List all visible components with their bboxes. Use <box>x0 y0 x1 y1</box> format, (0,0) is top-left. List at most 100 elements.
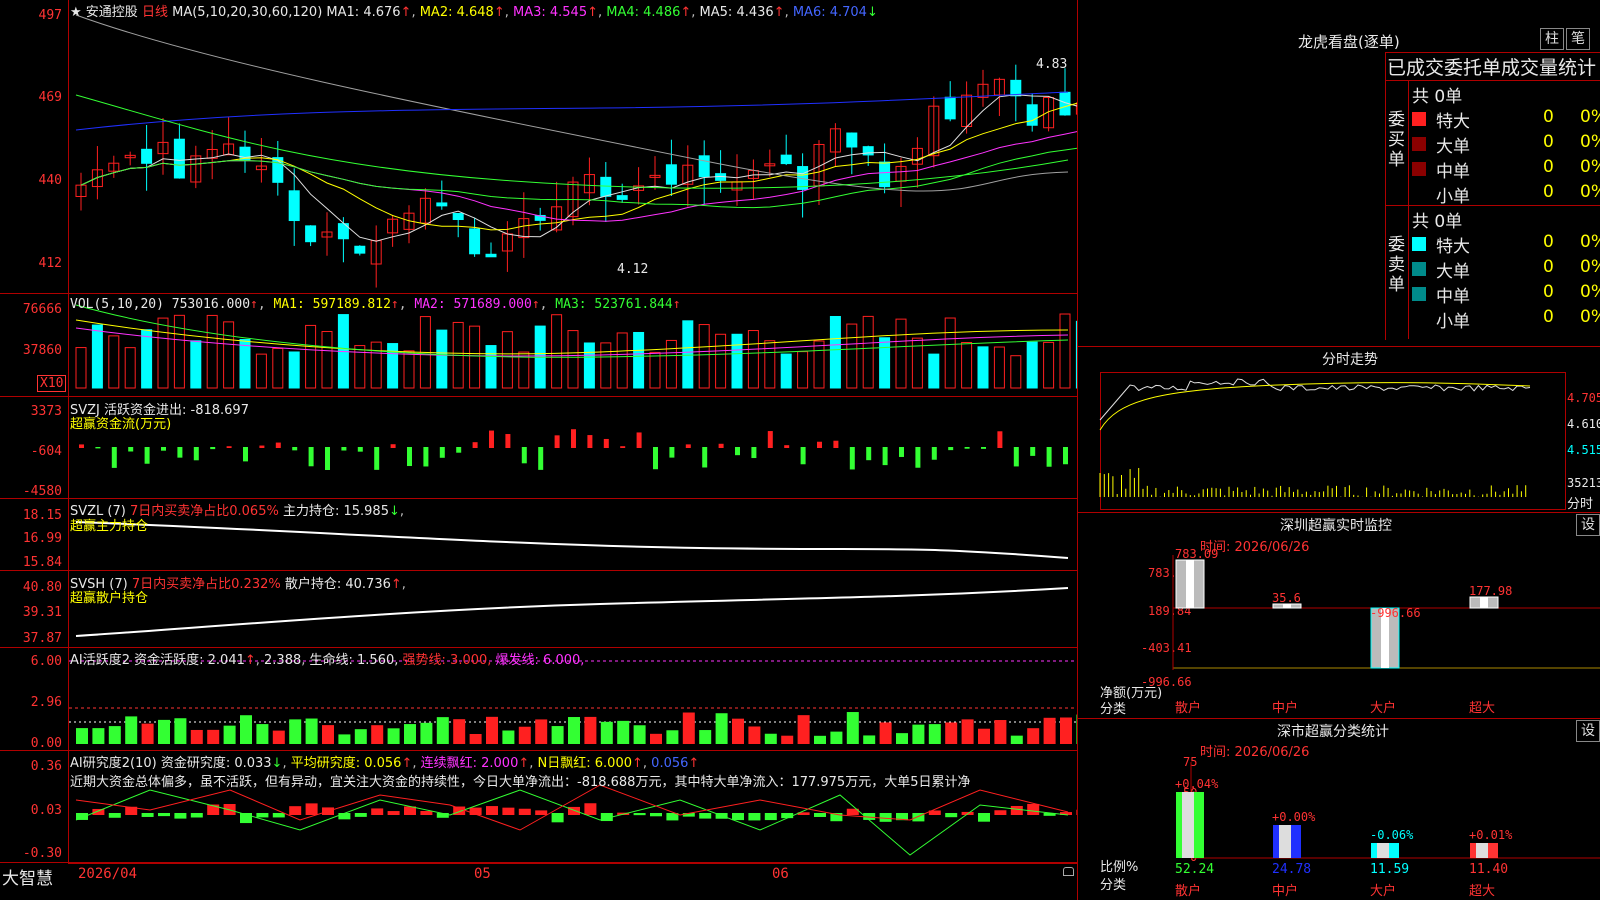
fund-flow-bar <box>767 431 773 448</box>
ai-activity-header: AI活跃度2 资金活跃度: 2.041↑, 2.388, 生命线: 1.560,… <box>70 653 585 668</box>
star-icon[interactable]: ★ <box>70 5 82 20</box>
fund-flow-bar <box>882 447 888 466</box>
fund-flow-bar <box>1030 447 1036 456</box>
candle-body <box>600 176 612 197</box>
fund-flow-bar <box>669 447 675 458</box>
candle-body <box>288 190 300 222</box>
price-high-mark: 4.83 <box>1036 57 1068 72</box>
vol-ma3-line <box>75 304 1069 358</box>
monitor-bar-value: -996.66 <box>1370 606 1421 620</box>
vol-axis-high: 76666 <box>22 302 62 317</box>
monitor-category: 大户 <box>1370 700 1396 716</box>
research-bar <box>289 806 302 815</box>
activity-bar <box>584 716 597 744</box>
activity-bar <box>814 735 826 744</box>
candle-body <box>305 225 317 243</box>
volume-bar <box>551 314 563 389</box>
date-axis-06: 06 <box>772 866 789 882</box>
fund-flow-bar <box>243 447 248 462</box>
fund-flow-bar <box>849 447 855 470</box>
research-bar <box>748 813 761 821</box>
volume-bar <box>731 333 743 389</box>
activity-bar <box>764 733 777 744</box>
fund-flow-bar <box>636 432 642 448</box>
volume-bar <box>190 340 202 389</box>
research-bar <box>568 806 580 815</box>
volume-bar <box>469 325 481 389</box>
fund-flow-bar <box>210 447 216 450</box>
ma3-value: MA3: 4.545 <box>512 5 588 20</box>
volume-bar <box>829 315 841 389</box>
classify-value: 52.24 <box>1175 862 1214 877</box>
fund-flow-bar <box>308 447 314 467</box>
activity-bar <box>617 720 630 744</box>
volume-bar <box>1043 341 1055 389</box>
volume-bar <box>1059 313 1071 389</box>
volume-bar <box>108 335 120 389</box>
volume-bar <box>977 346 989 389</box>
activity-bar <box>240 715 252 744</box>
date-axis-05: 05 <box>474 866 491 882</box>
research-bar <box>699 813 712 819</box>
fund-flow-bar <box>128 447 134 452</box>
activity-bar <box>978 728 990 744</box>
activity-bar <box>928 724 941 744</box>
price-axis-469: 469 <box>38 90 62 105</box>
activity-bar <box>961 719 974 744</box>
price-axis-497: 497 <box>38 8 62 23</box>
vol-unit-button[interactable]: X10 <box>37 375 67 392</box>
fund-flow-bar <box>1013 447 1019 467</box>
date-axis-start: 2026/04 <box>78 866 138 882</box>
brand-logo[interactable]: 大智慧 <box>2 864 53 889</box>
research-bar <box>108 813 121 818</box>
monitor-bar-value: 177.98 <box>1469 584 1512 598</box>
fund-flow-bar <box>735 447 740 456</box>
monitor-category: 散户 <box>1175 700 1201 716</box>
volume-bar <box>272 348 284 389</box>
candle-body <box>173 138 185 179</box>
fund-flow-bar <box>144 447 150 464</box>
research-bar <box>732 813 744 821</box>
activity-bar <box>289 719 302 744</box>
candle-body <box>780 154 792 165</box>
lock-icon[interactable] <box>1063 867 1074 876</box>
research-bar <box>879 813 892 822</box>
period-label[interactable]: 日线 <box>142 5 168 20</box>
volume-bar <box>305 324 317 389</box>
activity-bar <box>748 726 761 744</box>
activity-bar <box>633 725 646 744</box>
activity-bar <box>879 722 892 744</box>
monitor-bar-highlight <box>1186 560 1194 608</box>
right-canvas[interactable]: 783.09 散户 35.6 中户 -996.66 大户 177.98 超大 +0.04% 52.… <box>1078 0 1600 900</box>
volume-bar <box>370 341 382 389</box>
activity-bar <box>830 731 843 744</box>
activity-bar <box>568 717 580 744</box>
research-bar <box>945 813 958 818</box>
activity-bar <box>190 729 203 744</box>
activity-bar <box>207 729 220 744</box>
research-bar <box>387 811 400 815</box>
activity-bar <box>1060 717 1072 744</box>
research-bar <box>584 803 597 815</box>
stock-name[interactable]: 安通控股 <box>86 5 138 20</box>
fund-flow-bar <box>374 447 380 470</box>
fund-flow-bar <box>620 446 626 448</box>
activity-bar <box>305 718 318 744</box>
activity-bar <box>436 717 449 744</box>
candle-body <box>1010 79 1022 97</box>
vol-ma2-line <box>75 327 1069 357</box>
volume-bar <box>206 314 218 389</box>
fund-flow-bar <box>390 444 396 448</box>
fund-flow-bar <box>603 438 609 448</box>
classify-change: +0.00% <box>1272 810 1316 824</box>
ma-params: MA(5,10,20,30,60,120) <box>172 5 323 20</box>
fund-flow-bar <box>292 447 298 451</box>
classify-category: 大户 <box>1370 883 1396 899</box>
research-bar <box>486 806 498 815</box>
fund-flow-bar <box>817 441 822 448</box>
fund-flow-bar <box>341 447 347 451</box>
candle-body <box>944 96 956 120</box>
candle-body <box>665 164 677 185</box>
research-bar <box>518 808 531 815</box>
activity-bar <box>174 718 187 744</box>
